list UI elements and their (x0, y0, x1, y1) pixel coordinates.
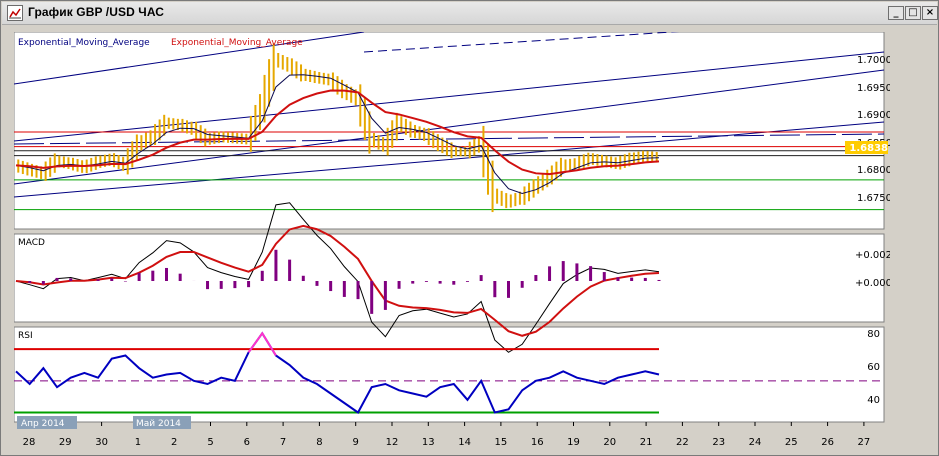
price-tick-label: 1.6800 (857, 165, 890, 176)
minimize-button[interactable]: _ (888, 6, 904, 20)
legend-ema-fast: Exponential_Moving_Average (18, 38, 150, 48)
title-bar[interactable]: График GBP /USD ЧАС _ □ × (2, 2, 938, 25)
x-axis-label: 5 (207, 437, 213, 448)
x-axis-label: 24 (749, 437, 762, 448)
x-axis-label: 26 (821, 437, 834, 448)
x-axis-label: 20 (603, 437, 616, 448)
close-button[interactable]: × (922, 6, 938, 20)
x-axis-label: 30 (95, 437, 108, 448)
x-axis-label: 9 (353, 437, 359, 448)
price-tick-label: 1.7000 (857, 55, 890, 66)
rsi-label: RSI (18, 331, 33, 341)
x-axis-label: 23 (712, 437, 725, 448)
legend-ema-slow: Exponential_Moving_Average (171, 38, 303, 48)
x-axis-label: 29 (59, 437, 72, 448)
x-axis-label: 19 (567, 437, 580, 448)
rsi-tick-label: 80 (867, 329, 880, 340)
x-axis-label: 7 (280, 437, 286, 448)
x-axis-label: 2 (171, 437, 177, 448)
x-axis-label: 21 (640, 437, 653, 448)
x-axis-label: 13 (422, 437, 435, 448)
macd-tick-label: +0.000 (855, 278, 890, 289)
x-axis-label: 8 (316, 437, 322, 448)
rsi-tick-label: 40 (867, 395, 880, 406)
x-axis-label: 25 (785, 437, 798, 448)
rsi-tick-label: 60 (867, 362, 880, 373)
x-axis-label: 28 (23, 437, 36, 448)
chart-window: График GBP /USD ЧАС _ □ × 28 29 30 1 2 5 6 7 8 9 1… (0, 0, 939, 456)
price-tick-label: 1.6900 (857, 110, 890, 121)
price-tick-label: 1.6750 (857, 193, 890, 204)
x-axis-label: 1 (135, 437, 141, 448)
macd-panel[interactable] (14, 233, 885, 323)
chart-window-icon (7, 5, 23, 21)
x-axis-label: 16 (531, 437, 544, 448)
x-axis-label: 14 (458, 437, 471, 448)
current-price-value: 1.6838 (849, 143, 888, 154)
period-tag-april: Апр 2014 (21, 419, 65, 429)
macd-tick-label: +0.002 (855, 250, 890, 261)
x-axis-label: 27 (858, 437, 871, 448)
rsi-panel[interactable] (14, 326, 885, 423)
maximize-button[interactable]: □ (905, 6, 921, 20)
x-axis-label: 12 (386, 437, 399, 448)
x-axis-label: 22 (676, 437, 689, 448)
macd-label: MACD (18, 238, 45, 248)
period-tag-may: Май 2014 (136, 419, 181, 429)
x-axis-label: 15 (495, 437, 508, 448)
chart-area[interactable]: 28 29 30 1 2 5 6 7 8 9 12 13 14 15 16 19 20 21 22 23 24 25 26 2… (14, 32, 890, 454)
window-title: График GBP /USD ЧАС (28, 5, 165, 19)
x-axis-label: 6 (244, 437, 250, 448)
price-tick-label: 1.6950 (857, 83, 890, 94)
